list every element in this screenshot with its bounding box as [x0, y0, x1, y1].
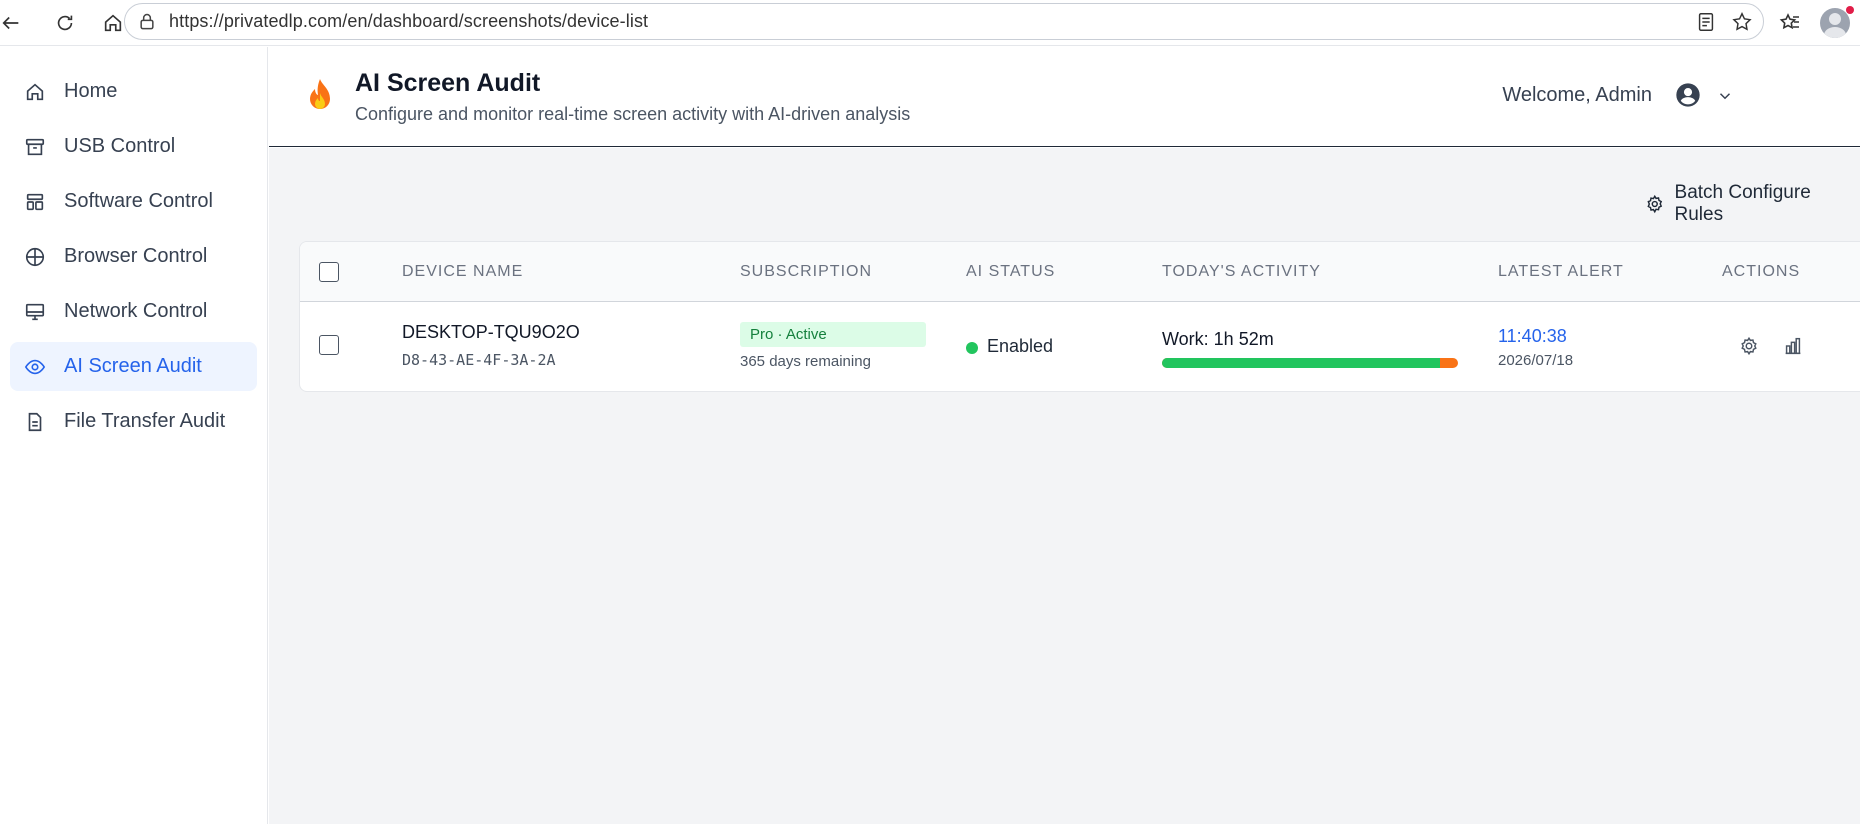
column-actions: ACTIONS [1722, 263, 1801, 280]
document-icon [28, 412, 42, 431]
days-remaining: 365 days remaining [740, 353, 871, 370]
page-header: AI Screen Audit Configure and monitor re… [269, 47, 1860, 147]
gear-icon [1647, 194, 1663, 214]
ai-status-text: Enabled [987, 336, 1054, 356]
device-name: DESKTOP-TQU9O2O [402, 322, 580, 342]
page-subtitle: Configure and monitor real-time screen a… [355, 104, 911, 124]
favorites-icon[interactable] [1778, 11, 1802, 35]
home-icon [26, 83, 44, 100]
page-title: AI Screen Audit [355, 69, 541, 97]
archive-icon [25, 138, 45, 155]
welcome-text: Welcome, Admin [1502, 84, 1652, 106]
eye-icon [24, 359, 46, 374]
table-header: DEVICE NAME SUBSCRIPTION AI STATUS TODAY… [300, 242, 1860, 302]
sidebar-item-label: Network Control [64, 300, 208, 322]
batch-configure-label: Batch Configure Rules [1674, 182, 1811, 225]
sidebar-item-label: File Transfer Audit [64, 410, 226, 432]
column-latest-alert: LATEST ALERT [1498, 263, 1624, 280]
column-ai-status: AI STATUS [966, 263, 1056, 280]
address-bar[interactable]: https://privatedlp.com/en/dashboard/scre… [124, 3, 1764, 40]
browser-toolbar: https://privatedlp.com/en/dashboard/scre… [0, 0, 1860, 46]
sidebar-item-ai-screen-audit[interactable]: AI Screen Audit [10, 342, 257, 391]
sidebar-item-home[interactable]: Home [10, 67, 257, 116]
activity-progress-fill [1162, 358, 1441, 368]
batch-configure-button[interactable]: Batch Configure Rules [1645, 182, 1860, 226]
reload-icon [57, 15, 73, 30]
select-all-checkbox[interactable] [319, 262, 339, 282]
notification-dot [1846, 6, 1854, 14]
activity-work-text: Work: 1h 52m [1162, 329, 1274, 349]
status-dot [966, 342, 978, 354]
sidebar-item-software-control[interactable]: Software Control [10, 177, 257, 226]
sidebar-item-label: Home [64, 80, 118, 102]
user-circle-icon[interactable] [1674, 81, 1702, 109]
device-table: DEVICE NAME SUBSCRIPTION AI STATUS TODAY… [299, 241, 1860, 392]
reader-mode-icon[interactable] [1695, 11, 1717, 33]
url-text[interactable]: https://privatedlp.com/en/dashboard/scre… [169, 11, 648, 32]
device-mac: D8-43-AE-4F-3A-2A [402, 351, 556, 369]
subscription-badge: Pro · Active [740, 322, 926, 347]
globe-icon [25, 247, 45, 266]
sidebar-item-label: AI Screen Audit [64, 355, 202, 377]
main-content: Batch Configure Rules DEVICE NAME SUBSCR… [269, 148, 1860, 824]
sidebar-item-browser-control[interactable]: Browser Control [10, 232, 257, 281]
row-checkbox[interactable] [319, 335, 339, 355]
sidebar-item-usb-control[interactable]: USB Control [10, 122, 257, 171]
back-button[interactable] [0, 6, 28, 40]
column-device-name: DEVICE NAME [402, 263, 524, 280]
sidebar-item-label: USB Control [64, 135, 176, 157]
activity-progress-bar [1162, 358, 1458, 368]
sidebar-item-label: Software Control [64, 190, 213, 212]
site-info-icon[interactable] [137, 12, 157, 32]
alert-time-link[interactable]: 11:40:38 [1498, 326, 1567, 347]
alert-date: 2026/07/18 [1498, 352, 1574, 369]
profile-avatar[interactable] [1820, 8, 1850, 38]
flame-icon [310, 79, 330, 109]
home-icon [104, 14, 122, 31]
bookmark-star-icon[interactable] [1731, 11, 1753, 33]
layout-icon [26, 193, 44, 210]
sidebar-item-file-transfer-audit[interactable]: File Transfer Audit [10, 397, 257, 446]
chevron-down-icon[interactable] [1716, 87, 1734, 105]
arrow-left-icon [2, 16, 19, 29]
reload-button[interactable] [48, 6, 82, 40]
column-subscription: SUBSCRIPTION [740, 263, 873, 280]
bar-chart-icon[interactable] [1782, 335, 1804, 357]
sidebar-item-network-control[interactable]: Network Control [10, 287, 257, 336]
sidebar-item-label: Browser Control [64, 245, 208, 267]
column-todays-activity: TODAY'S ACTIVITY [1162, 263, 1321, 280]
sidebar: Home USB Control Software Control Browse… [0, 47, 268, 824]
settings-icon[interactable] [1738, 335, 1760, 357]
table-row: DESKTOP-TQU9O2O D8-43-AE-4F-3A-2A Pro · … [300, 302, 1860, 391]
monitor-icon [25, 303, 45, 320]
